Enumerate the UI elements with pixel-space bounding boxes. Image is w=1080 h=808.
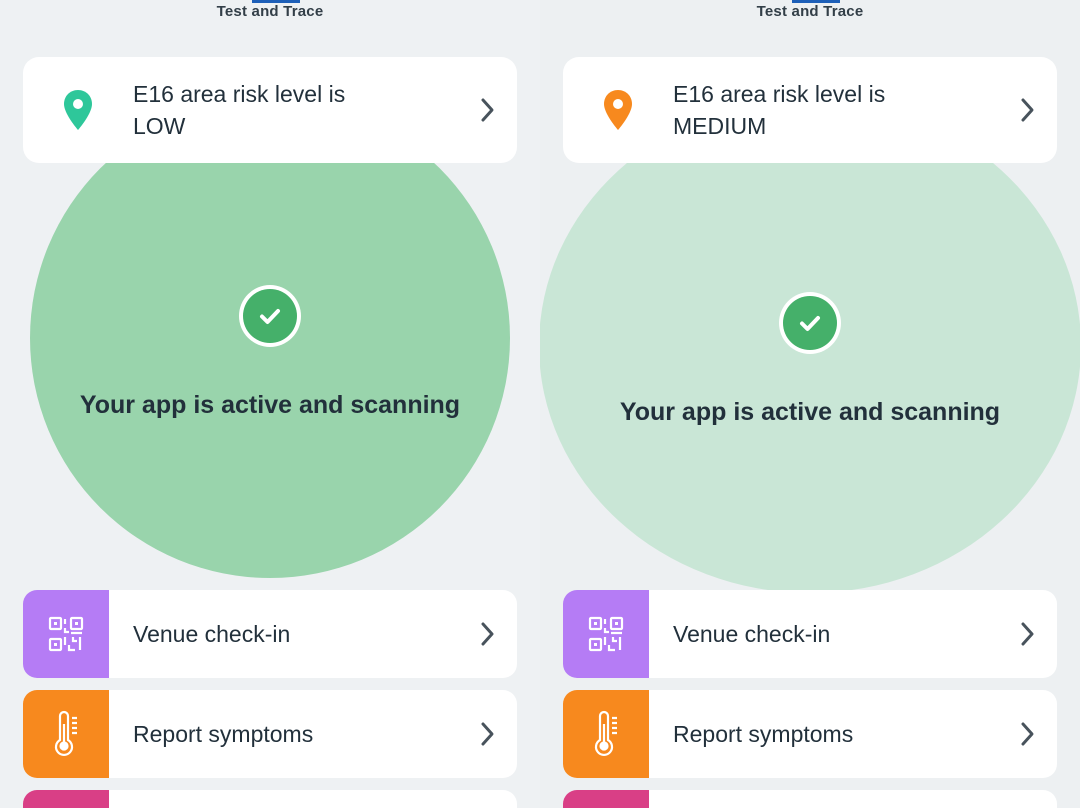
qr-code-icon (23, 590, 109, 678)
check-icon (779, 292, 841, 354)
venue-check-in-button[interactable]: Venue check-in (23, 590, 517, 678)
chevron-right-icon (457, 97, 517, 123)
chevron-right-icon (457, 621, 517, 647)
check-icon (239, 284, 301, 347)
location-pin-icon (563, 88, 673, 132)
left-screen: Test and Trace Your app is active and sc… (0, 0, 540, 808)
status-message: Your app is active and scanning (79, 390, 461, 419)
next-menu-item[interactable] (563, 790, 1057, 808)
status-message: Your app is active and scanning (619, 398, 1001, 426)
status-circle: Your app is active and scanning (540, 98, 1080, 593)
risk-level: LOW (133, 113, 186, 139)
area-risk-card[interactable]: E16 area risk level is MEDIUM (563, 57, 1057, 163)
thermometer-icon (23, 690, 109, 778)
thermometer-icon (563, 690, 649, 778)
menu-item-icon (563, 790, 649, 808)
report-symptoms-button[interactable]: Report symptoms (563, 690, 1057, 778)
chevron-right-icon (997, 621, 1057, 647)
right-screen: Test and Trace Your app is active and sc… (540, 0, 1080, 808)
menu-item-icon (23, 790, 109, 808)
report-symptoms-label: Report symptoms (133, 720, 314, 747)
venue-check-in-label: Venue check-in (133, 620, 291, 647)
brand-title: Test and Trace (756, 3, 864, 20)
risk-level: MEDIUM (673, 113, 767, 139)
brand-title: Test and Trace (216, 3, 324, 20)
venue-check-in-label: Venue check-in (673, 620, 831, 647)
chevron-right-icon (997, 97, 1057, 123)
chevron-right-icon (997, 721, 1057, 747)
risk-line: E16 area risk level is (673, 81, 886, 107)
chevron-right-icon (457, 721, 517, 747)
location-pin-icon (23, 88, 133, 132)
risk-line: E16 area risk level is (133, 81, 346, 107)
report-symptoms-button[interactable]: Report symptoms (23, 690, 517, 778)
area-risk-card[interactable]: E16 area risk level is LOW (23, 57, 517, 163)
next-menu-item[interactable] (23, 790, 517, 808)
venue-check-in-button[interactable]: Venue check-in (563, 590, 1057, 678)
report-symptoms-label: Report symptoms (673, 720, 854, 747)
qr-code-icon (563, 590, 649, 678)
status-circle: Your app is active and scanning (30, 98, 510, 578)
